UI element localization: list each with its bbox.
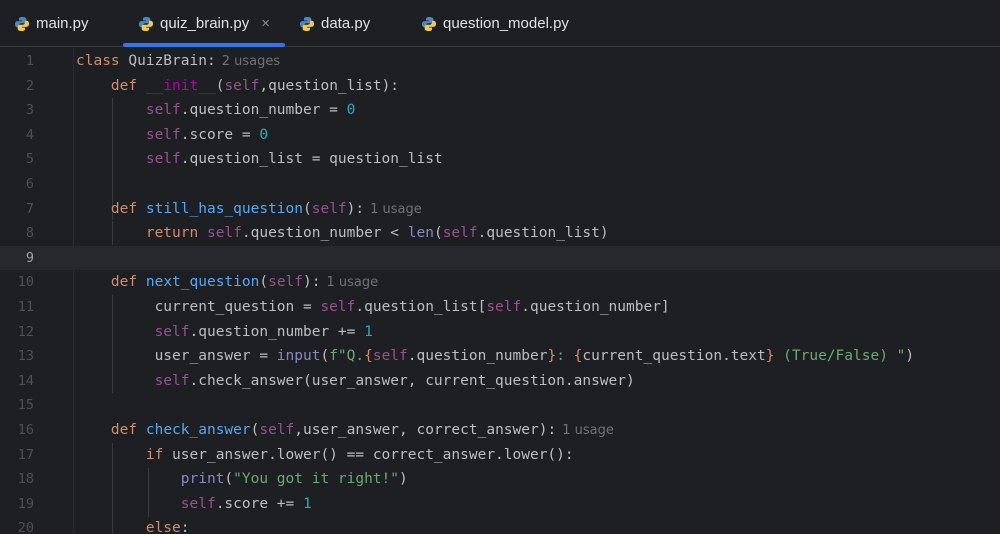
line-number: 16 — [17, 422, 34, 438]
active-tab-indicator — [123, 43, 285, 47]
code-text: self.question_list = question_list — [145, 151, 443, 168]
code-editor[interactable]: 1 class QuizBrain: 2 usages 2 def __init_… — [0, 48, 1000, 534]
code-text: print("You got it right!") — [180, 471, 408, 488]
usage-hint[interactable]: 2 usages — [222, 54, 280, 69]
code-text: current_question = self.question_list[se… — [154, 299, 670, 315]
tab-label: quiz_brain.py — [160, 15, 250, 32]
code-text: self.check_answer(user_answer, current_q… — [154, 372, 635, 389]
code-line-current: 9 — [0, 245, 1000, 271]
usage-hint[interactable]: 1 usage — [326, 275, 378, 290]
code-text: else: — [145, 520, 190, 534]
tab-main-py[interactable]: main.py — [14, 0, 89, 47]
ide-window: main.py quiz_brain.py × data.py question… — [0, 0, 1000, 534]
line-number: 15 — [17, 397, 34, 414]
code-text: self.score += 1 — [180, 495, 312, 512]
line-number: 10 — [17, 274, 34, 291]
line-number: 8 — [25, 225, 34, 242]
code-text: self.question_number = 0 — [145, 102, 356, 119]
line-number: 4 — [25, 126, 34, 143]
line-number: 13 — [17, 348, 34, 365]
code-line: 2 def __init__(self,question_list): — [0, 74, 1000, 99]
code-line: 18 print("You got it right!") — [0, 467, 1000, 492]
line-number: 19 — [17, 495, 34, 512]
python-file-icon — [422, 16, 436, 31]
line-number: 9 — [25, 249, 34, 266]
line-number: 1 — [25, 53, 34, 69]
code-line: 10 def next_question(self): 1 usage — [0, 270, 1000, 295]
code-text: def still_has_question(self): 1 usage — [110, 200, 422, 217]
code-line: 14 self.check_answer(user_answer, curren… — [0, 369, 1000, 394]
code-line: 6 — [0, 172, 1000, 197]
tab-label: data.py — [321, 15, 371, 32]
line-number: 5 — [25, 151, 34, 168]
code-text: def __init__(self,question_list): — [110, 77, 400, 94]
line-number: 18 — [17, 471, 34, 488]
close-tab-icon[interactable]: × — [261, 15, 270, 32]
code-text: return self.question_number < len(self.q… — [145, 225, 609, 242]
code-line: 5 self.question_list = question_list — [0, 147, 1000, 172]
python-file-icon — [300, 16, 314, 31]
code-text: class QuizBrain: 2 usages — [76, 53, 281, 69]
code-line: 13 user_answer = input(f"Q.{self.questio… — [0, 344, 1000, 369]
code-text: def check_answer(self,user_answer, corre… — [110, 422, 614, 438]
code-text: user_answer = input(f"Q.{self.question_n… — [154, 348, 915, 365]
python-file-icon — [139, 16, 153, 31]
code-text: self.question_number += 1 — [154, 323, 373, 340]
line-number: 17 — [17, 446, 34, 463]
code-line: 16 def check_answer(self,user_answer, co… — [0, 418, 1000, 443]
code-line: 17 if user_answer.lower() == correct_ans… — [0, 443, 1000, 468]
line-number: 14 — [17, 372, 34, 389]
code-text: if user_answer.lower() == correct_answer… — [145, 446, 574, 463]
python-file-icon — [15, 16, 29, 31]
tab-data-py[interactable]: data.py — [299, 0, 370, 47]
code-line: 8 return self.question_number < len(self… — [0, 221, 1000, 246]
tab-label: main.py — [36, 15, 89, 32]
code-line: 1 class QuizBrain: 2 usages — [0, 49, 1000, 74]
code-line: 15 — [0, 393, 1000, 418]
line-number: 7 — [25, 200, 34, 217]
code-text: self.score = 0 — [145, 126, 269, 143]
usage-hint[interactable]: 1 usage — [370, 202, 422, 217]
line-number: 6 — [25, 176, 34, 192]
tab-label: question_model.py — [443, 15, 569, 32]
code-line: 11 current_question = self.question_list… — [0, 295, 1000, 320]
line-number: 11 — [17, 299, 34, 315]
editor-tab-bar: main.py quiz_brain.py × data.py question… — [0, 0, 1000, 47]
code-line: 7 def still_has_question(self): 1 usage — [0, 197, 1000, 222]
line-number: 20 — [17, 520, 34, 534]
tab-quiz-brain-py[interactable]: quiz_brain.py × — [138, 0, 270, 47]
line-number: 12 — [17, 323, 34, 340]
tab-question-model-py[interactable]: question_model.py — [421, 0, 569, 47]
code-line: 19 self.score += 1 — [0, 492, 1000, 517]
code-line: 4 self.score = 0 — [0, 123, 1000, 148]
code-text: def next_question(self): 1 usage — [110, 274, 379, 291]
usage-hint[interactable]: 1 usage — [562, 423, 614, 438]
line-number: 3 — [25, 102, 34, 119]
code-line: 12 self.question_number += 1 — [0, 320, 1000, 345]
code-line: 20 else: — [0, 516, 1000, 534]
line-number: 2 — [25, 77, 34, 94]
code-line: 3 self.question_number = 0 — [0, 98, 1000, 123]
